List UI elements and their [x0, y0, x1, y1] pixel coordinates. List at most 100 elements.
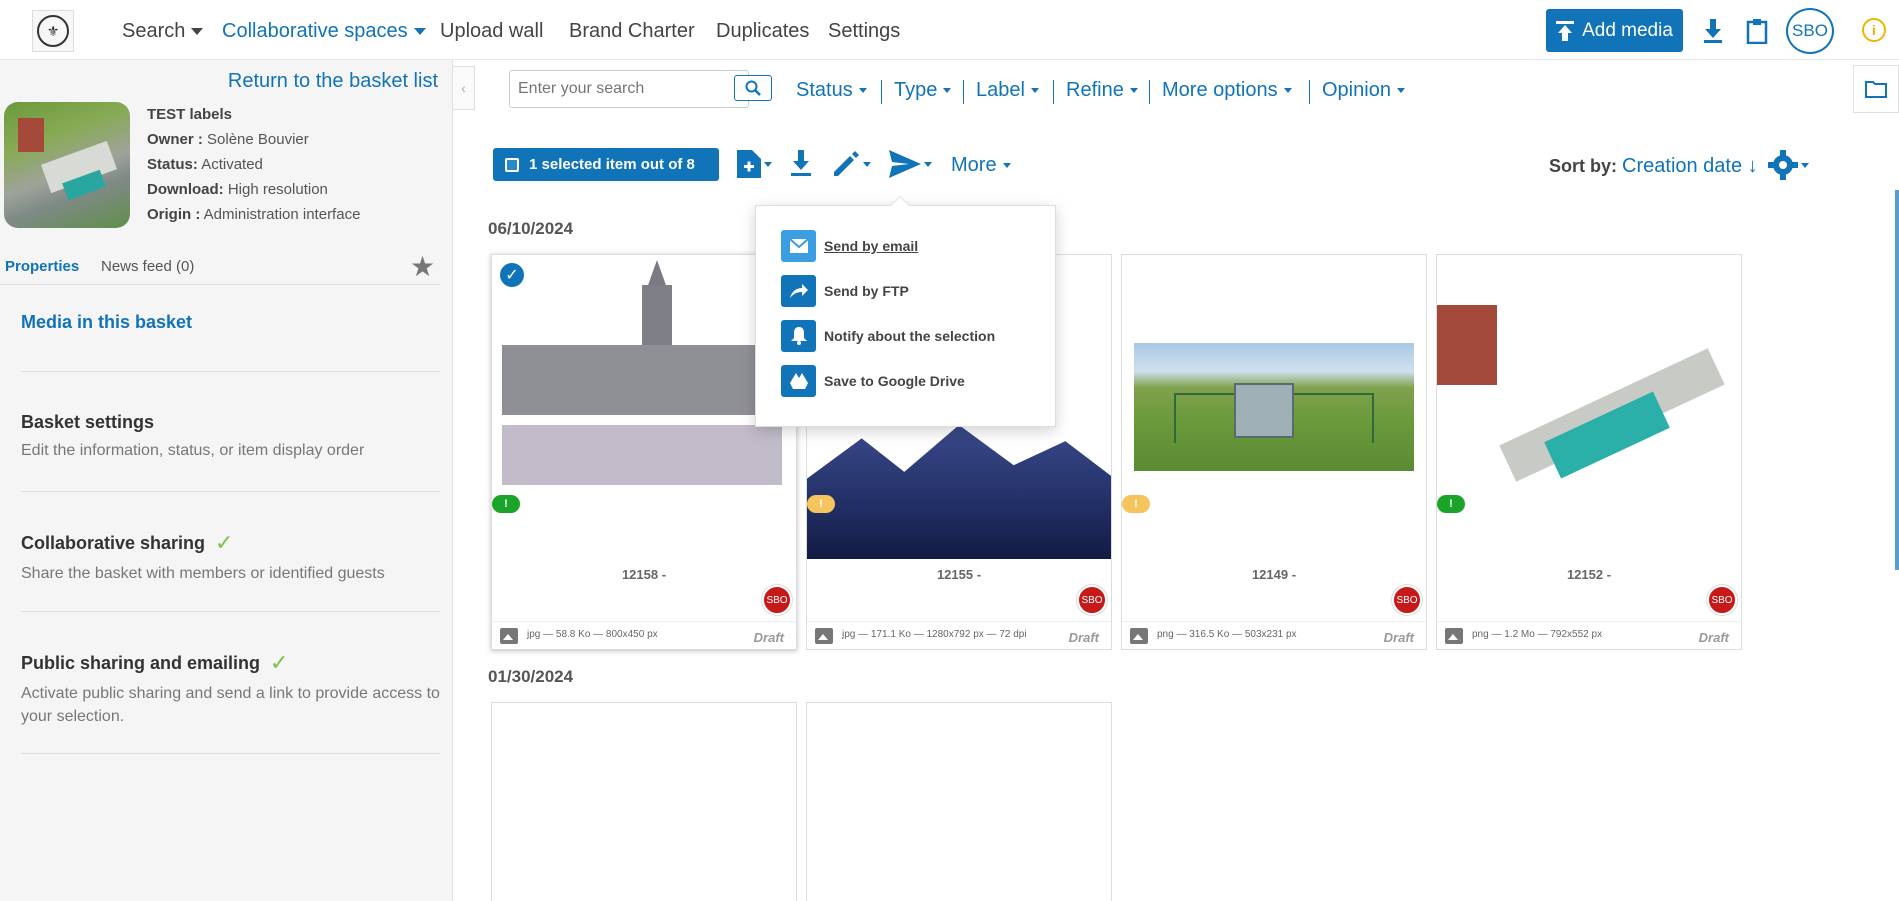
basket-status: Activated [201, 156, 263, 173]
basket-title: TEST labels [147, 106, 233, 123]
nav-duplicates[interactable]: Duplicates [716, 20, 809, 43]
send-icon [889, 150, 921, 178]
section-public-sharing[interactable]: Public sharing and emailing ✓ Activate pu… [21, 650, 440, 754]
chevron-down-icon [1801, 162, 1809, 168]
media-card[interactable] [806, 702, 1112, 901]
basket-thumbnail [4, 102, 130, 228]
media-state: Draft [1383, 630, 1414, 645]
filter-refine[interactable]: Refine [1066, 79, 1138, 102]
chevron-down-icon [1129, 88, 1138, 93]
filter-type[interactable]: Type [894, 79, 952, 102]
media-card[interactable] [491, 702, 797, 901]
add-media-button[interactable]: Add media [1546, 9, 1683, 52]
section-basket-settings[interactable]: Basket settings Edit the information, st… [21, 412, 440, 492]
nav-settings[interactable]: Settings [828, 20, 900, 43]
status-indicator: ! [492, 495, 520, 513]
basket-sidebar: Return to the basket list TEST labels Ow… [0, 60, 453, 901]
nav-brand-charter[interactable]: Brand Charter [569, 20, 695, 43]
search-button[interactable] [734, 75, 772, 101]
nav-search[interactable]: Search [122, 20, 204, 43]
owner-badge: SBO [1077, 585, 1107, 615]
bell-icon [781, 320, 816, 352]
filter-status[interactable]: Status [796, 79, 867, 102]
media-meta: png — 1.2 Mo — 792x552 px [1472, 629, 1603, 640]
mail-icon [781, 230, 816, 262]
send-dropdown-menu: Send by email Send by FTP Notify about t… [755, 196, 1056, 427]
chevron-down-icon [858, 88, 867, 93]
media-thumbnail[interactable] [492, 703, 796, 901]
clipboard-icon[interactable] [1744, 18, 1770, 44]
media-card[interactable]: ✓ ! 12158 - SBO jpg — 58.8 Ko — 800x450 … [491, 254, 797, 650]
media-id: 12158 - [621, 567, 667, 582]
tab-news-feed[interactable]: News feed (0) [101, 258, 194, 275]
chevron-down-icon [413, 28, 426, 35]
selected-check-icon[interactable]: ✓ [498, 261, 526, 289]
return-to-basket-list-link[interactable]: Return to the basket list [228, 70, 438, 93]
download-icon[interactable] [1700, 18, 1726, 44]
media-thumbnail[interactable] [1122, 255, 1426, 559]
chevron-down-icon [943, 88, 952, 93]
section-collaborative-sharing[interactable]: Collaborative sharing ✓ Share the basket … [21, 530, 440, 612]
media-thumbnail[interactable] [492, 255, 796, 559]
filter-label[interactable]: Label [976, 79, 1039, 102]
download-icon [791, 150, 811, 176]
date-group-heading: 06/10/2024 [488, 219, 574, 238]
info-icon[interactable]: i [1862, 18, 1886, 42]
sidebar-tabs: Properties News feed (0) [0, 248, 440, 285]
gear-icon [1768, 150, 1798, 180]
folder-icon[interactable] [1853, 65, 1899, 113]
media-card[interactable]: ! 12152 - SBO png — 1.2 Mo — 792x552 px … [1436, 254, 1742, 650]
media-meta: png — 316.5 Ko — 503x231 px [1157, 629, 1297, 640]
tab-properties[interactable]: Properties [5, 258, 79, 275]
add-to-document-menu[interactable] [737, 150, 772, 178]
scrollbar[interactable] [1895, 190, 1899, 570]
check-icon: ✓ [215, 530, 234, 555]
search-box [509, 70, 749, 108]
upload-icon [1556, 20, 1575, 41]
nav-upload-wall[interactable]: Upload wall [440, 20, 543, 43]
edit-menu[interactable] [832, 150, 871, 178]
menu-item-send-by-ftp[interactable]: Send by FTP [781, 275, 909, 307]
media-state: Draft [753, 630, 784, 645]
media-thumbnail[interactable] [807, 703, 1111, 901]
image-icon [1130, 628, 1148, 644]
nav-collaborative-spaces[interactable]: Collaborative spaces [222, 20, 426, 43]
user-avatar[interactable]: SBO [1786, 8, 1834, 54]
star-icon[interactable]: ★ [410, 250, 435, 283]
chevron-down-icon [1396, 88, 1405, 93]
media-state: Draft [1698, 630, 1729, 645]
basket-origin: Administration interface [203, 206, 361, 223]
file-add-icon [737, 150, 761, 178]
display-settings-menu[interactable] [1768, 150, 1809, 180]
filter-opinion[interactable]: Opinion [1322, 79, 1405, 102]
owner-badge: SBO [1392, 585, 1422, 615]
more-actions-menu[interactable]: More [951, 154, 1011, 177]
menu-item-google-drive[interactable]: Save to Google Drive [781, 365, 965, 397]
send-menu[interactable] [889, 150, 932, 178]
menu-item-send-by-email[interactable]: Send by email [781, 230, 918, 262]
top-nav: ⚜ Search Collaborative spaces Upload wal… [0, 0, 1899, 60]
share-arrow-icon [781, 275, 816, 307]
media-card[interactable]: ! 12149 - SBO png — 316.5 Ko — 503x231 p… [1121, 254, 1427, 650]
chevron-down-icon [924, 161, 932, 167]
filter-more-options[interactable]: More options [1162, 79, 1292, 102]
selection-counter-button[interactable]: 1 selected item out of 8 [493, 148, 719, 181]
search-input[interactable] [510, 71, 730, 107]
image-icon [500, 628, 518, 644]
search-icon [745, 80, 761, 96]
media-footer: jpg — 171.1 Ko — 1280x792 px — 72 dpi Dr… [807, 621, 1111, 649]
sort-value-dropdown[interactable]: Creation date ↓ [1622, 155, 1758, 177]
media-thumbnail[interactable] [1437, 255, 1741, 559]
section-media[interactable]: Media in this basket [21, 312, 440, 372]
download-selection-button[interactable] [790, 150, 812, 176]
media-state: Draft [1068, 630, 1099, 645]
pencil-icon [834, 151, 859, 176]
chevron-down-icon [764, 161, 772, 167]
chevron-down-icon [1030, 88, 1039, 93]
app-logo[interactable]: ⚜ [32, 10, 74, 52]
image-icon [815, 628, 833, 644]
menu-item-notify[interactable]: Notify about the selection [781, 320, 995, 352]
chevron-down-icon [1283, 88, 1292, 93]
seal-icon: ⚜ [37, 15, 69, 47]
basket-meta: TEST labels Owner : Solène Bouvier Statu… [147, 102, 360, 227]
